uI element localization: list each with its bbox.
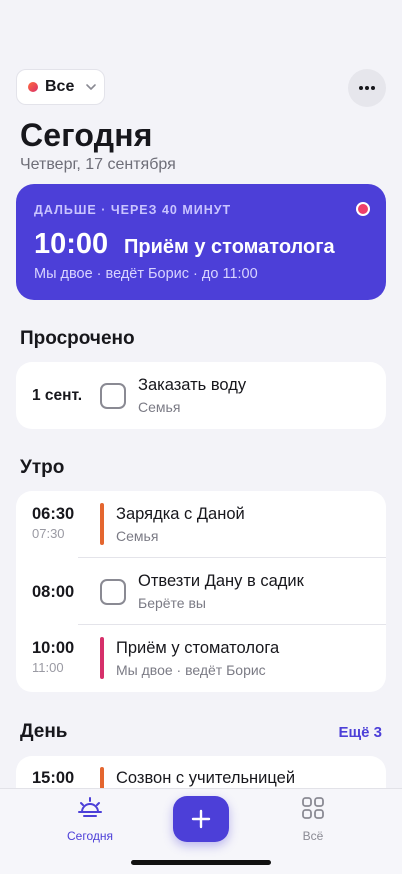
tab-today-label: Сегодня: [67, 829, 113, 843]
event-time: 08:00: [32, 583, 75, 601]
event-color-bar: [100, 637, 104, 679]
list-item[interactable]: 1 сент. Заказать воду Семья: [16, 362, 386, 429]
next-event-title: Приём у стоматолога: [124, 236, 335, 258]
tab-today[interactable]: Сегодня: [50, 797, 130, 843]
show-more-link[interactable]: Ещё 3: [338, 724, 382, 741]
grid-icon: [302, 797, 324, 819]
event-title: Приём у стоматолога: [116, 639, 280, 657]
add-button[interactable]: [173, 796, 229, 842]
top-bar: Все: [16, 69, 386, 107]
list-item[interactable]: 08:00 Отвезти Дану в садик Берёте вы: [16, 558, 386, 625]
filter-color-dot: [28, 82, 38, 92]
overdue-card: 1 сент. Заказать воду Семья: [16, 362, 386, 429]
task-subtitle: Берёте вы: [138, 595, 206, 611]
task-subtitle: Семья: [138, 399, 181, 415]
sunrise-icon: [78, 797, 102, 817]
task-checkbox[interactable]: [100, 579, 126, 605]
next-event-indicator: [356, 202, 370, 216]
next-event-eyebrow: ДАЛЬШЕ · ЧЕРЕЗ 40 МИНУТ: [34, 203, 232, 217]
next-event-card[interactable]: ДАЛЬШЕ · ЧЕРЕЗ 40 МИНУТ 10:00 Приём у ст…: [16, 184, 386, 300]
plus-icon: [191, 809, 211, 829]
list-item[interactable]: 10:00 11:00 Приём у стоматолога Мы двое …: [16, 625, 386, 692]
filter-dropdown[interactable]: Все: [16, 69, 105, 105]
chevron-down-icon: [86, 84, 97, 90]
due-date: 1 сент.: [32, 387, 83, 404]
section-title-overdue: Просрочено: [20, 328, 135, 349]
home-indicator: [131, 860, 271, 865]
event-subtitle: Семья: [116, 528, 159, 544]
more-button[interactable]: [348, 69, 386, 107]
event-title: Зарядка с Даной: [116, 505, 245, 523]
task-checkbox[interactable]: [100, 383, 126, 409]
filter-label: Все: [45, 78, 75, 95]
task-title: Заказать воду: [138, 376, 247, 394]
page-subtitle: Четверг, 17 сентября: [20, 156, 176, 173]
event-subtitle: Мы двое · ведёт Борис: [116, 662, 266, 678]
list-item[interactable]: 06:30 07:30 Зарядка с Даной Семья: [16, 491, 386, 558]
event-end-time: 11:00: [32, 660, 64, 675]
next-event-meta: Мы двое · ведёт Борис · до 11:00: [34, 266, 258, 282]
event-time: 10:00: [32, 639, 75, 657]
event-time: 15:00: [32, 769, 75, 787]
event-color-bar: [100, 503, 104, 545]
page-title: Сегодня: [20, 117, 153, 153]
tab-all-label: Всё: [302, 829, 324, 843]
section-title-morning: Утро: [20, 457, 65, 478]
next-event-time: 10:00: [34, 228, 109, 260]
event-title: Созвон с учительницей: [116, 769, 296, 787]
event-end-time: 07:30: [32, 526, 65, 541]
section-title-day: День: [20, 721, 68, 742]
task-title: Отвезти Дану в садик: [138, 572, 304, 590]
morning-card: 06:30 07:30 Зарядка с Даной Семья 08:00 …: [16, 491, 386, 692]
event-time: 06:30: [32, 505, 75, 523]
ellipsis-icon: [359, 86, 375, 90]
tab-all[interactable]: Всё: [273, 797, 353, 843]
